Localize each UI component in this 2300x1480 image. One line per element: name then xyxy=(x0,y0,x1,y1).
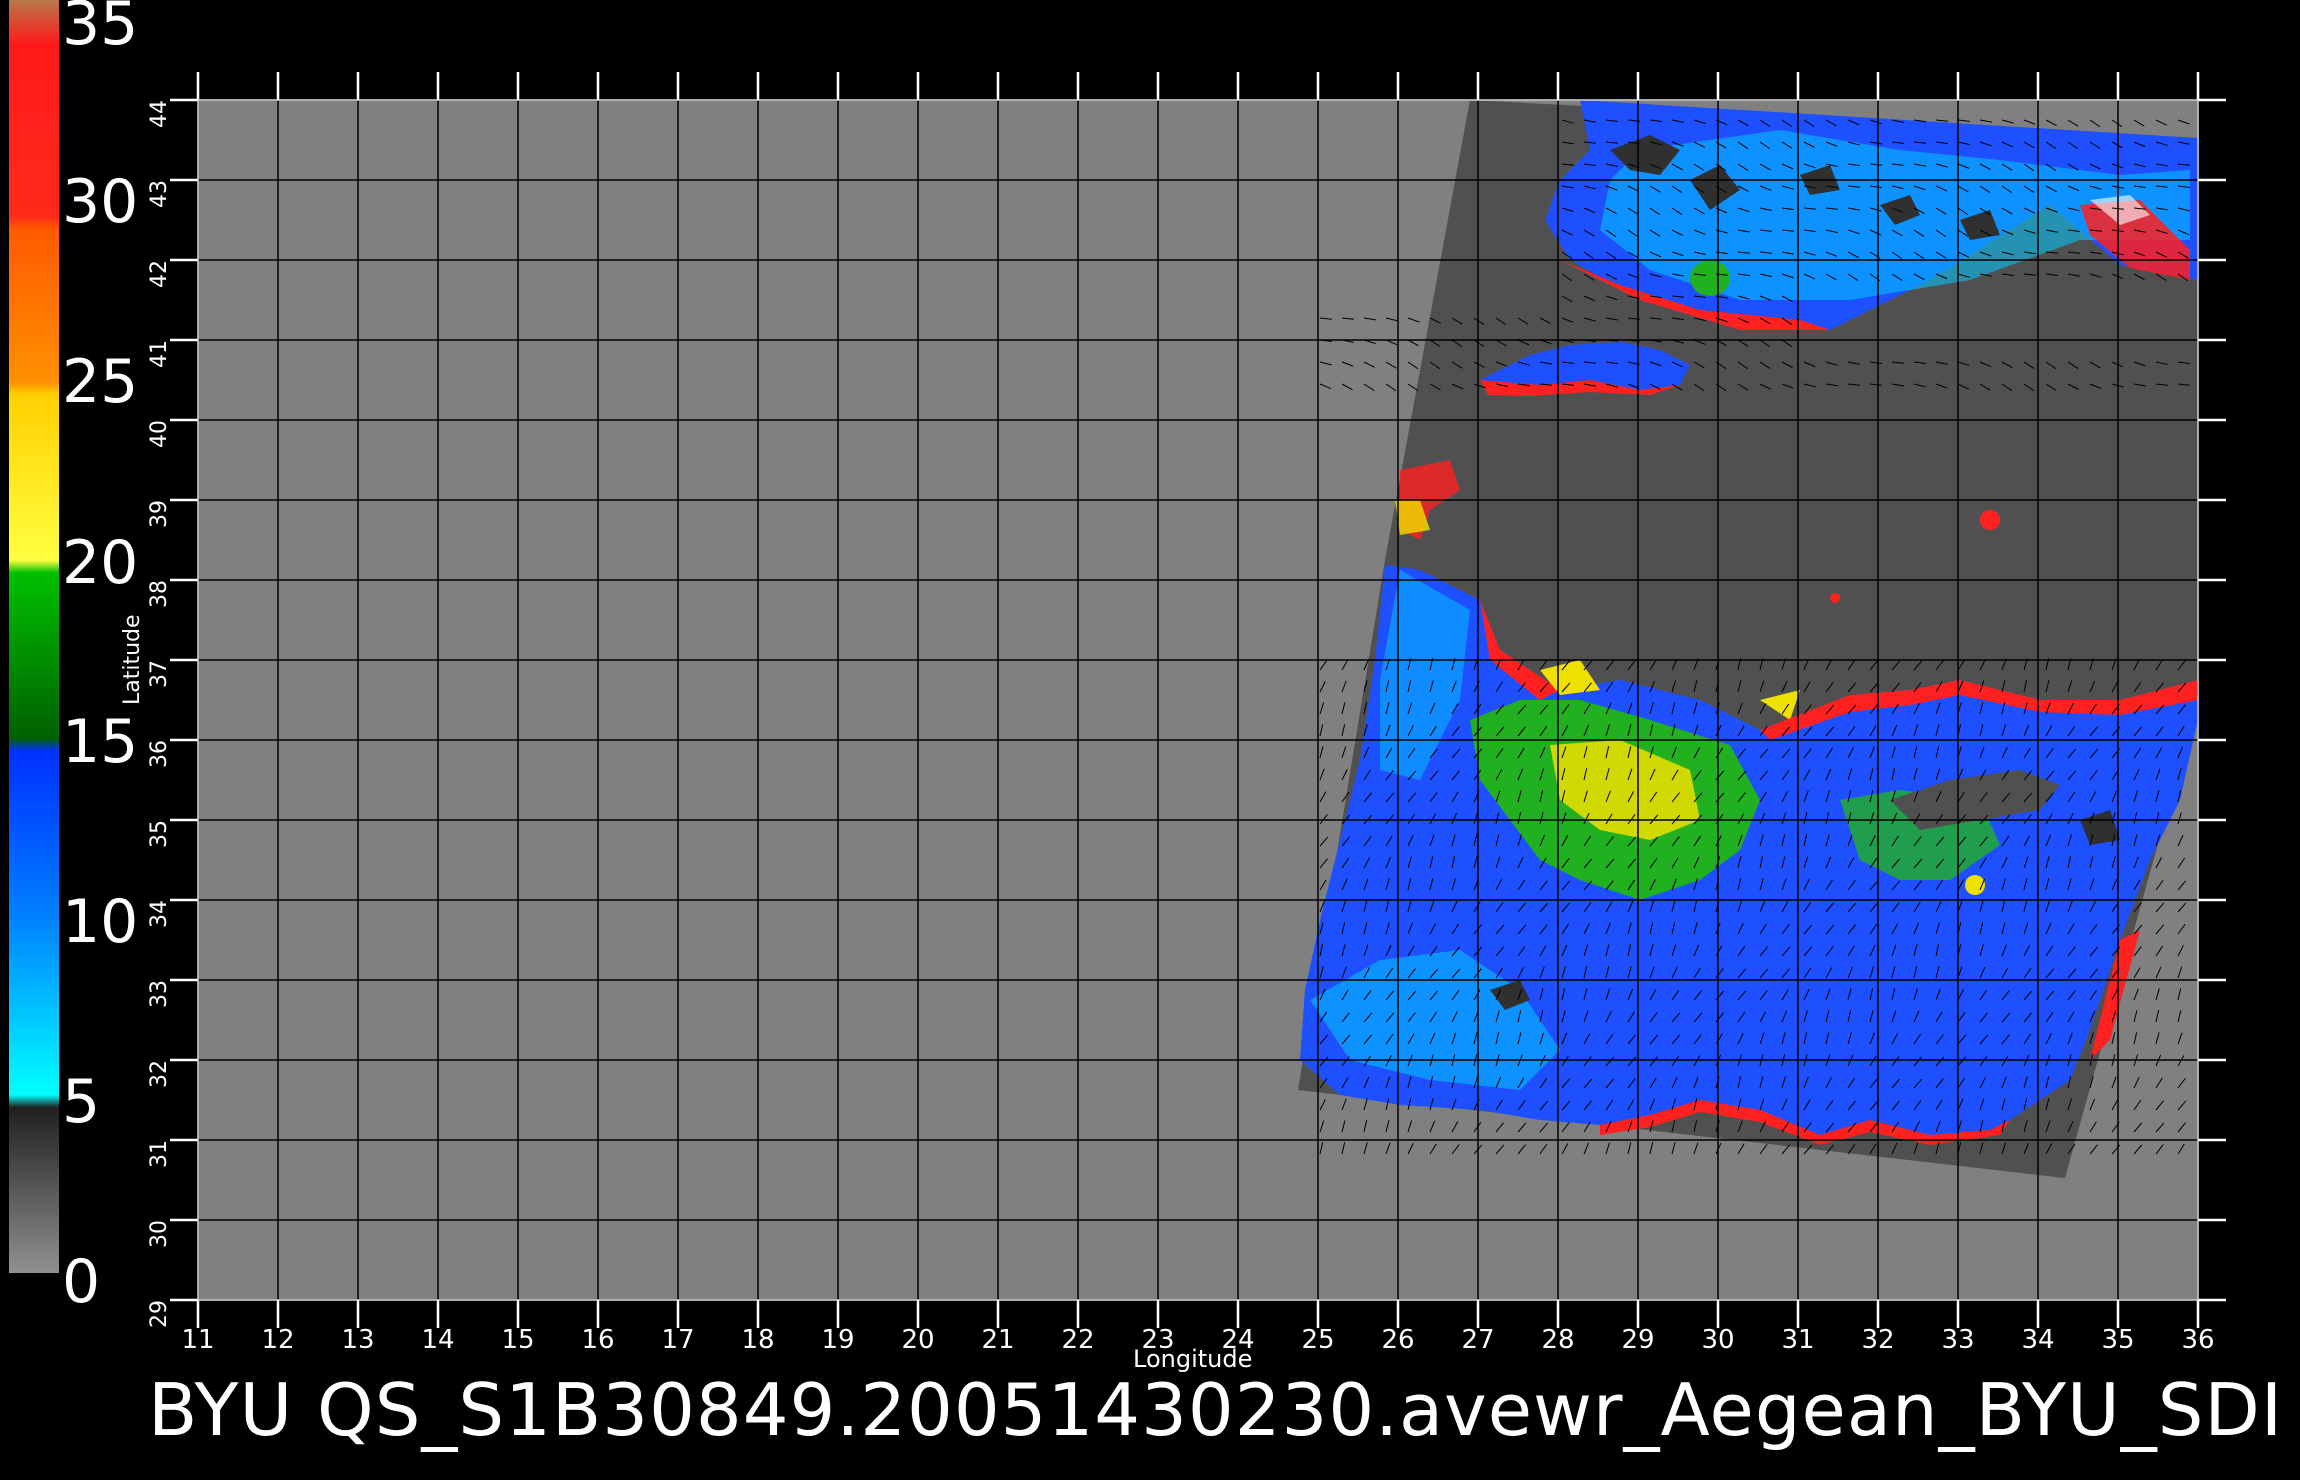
x-tick-label: 21 xyxy=(981,1325,1015,1355)
wind-map xyxy=(170,72,2226,1328)
x-tick-label: 13 xyxy=(341,1325,375,1355)
y-tick-label: 44 xyxy=(147,100,172,128)
image-caption: BYU QS_S1B30849.20051430230.avewr_Aegean… xyxy=(148,1368,2284,1452)
y-tick-label: 39 xyxy=(147,500,172,528)
y-tick-label: 30 xyxy=(147,1220,172,1248)
x-tick-label: 36 xyxy=(2181,1325,2215,1355)
y-tick-label: 31 xyxy=(147,1140,172,1168)
y-axis-title: Latitude xyxy=(120,614,145,705)
y-tick-label: 33 xyxy=(147,980,172,1008)
x-tick-label: 18 xyxy=(741,1325,775,1355)
x-tick-label: 31 xyxy=(1781,1325,1815,1355)
y-tick-label: 38 xyxy=(147,580,172,608)
y-tick-label: 36 xyxy=(147,740,172,768)
x-tick-label: 25 xyxy=(1301,1325,1335,1355)
y-tick-label: 35 xyxy=(147,820,172,848)
x-tick-label: 22 xyxy=(1061,1325,1095,1355)
x-tick-label: 14 xyxy=(421,1325,455,1355)
x-tick-label: 32 xyxy=(1861,1325,1895,1355)
x-tick-label: 26 xyxy=(1381,1325,1415,1355)
y-tick-label: 32 xyxy=(147,1060,172,1088)
x-tick-label: 12 xyxy=(261,1325,295,1355)
y-tick-label: 29 xyxy=(147,1300,172,1328)
x-tick-label: 27 xyxy=(1461,1325,1495,1355)
x-tick-label: 34 xyxy=(2021,1325,2055,1355)
y-tick-label: 34 xyxy=(147,900,172,928)
y-tick-label: 40 xyxy=(147,420,172,448)
x-tick-label: 30 xyxy=(1701,1325,1735,1355)
x-tick-label: 17 xyxy=(661,1325,695,1355)
x-tick-label: 19 xyxy=(821,1325,855,1355)
x-tick-label: 28 xyxy=(1541,1325,1575,1355)
x-tick-label: 20 xyxy=(901,1325,935,1355)
x-tick-label: 15 xyxy=(501,1325,535,1355)
y-tick-label: 43 xyxy=(147,180,172,208)
y-tick-label: 37 xyxy=(147,660,172,688)
y-tick-label: 41 xyxy=(147,340,172,368)
x-tick-label: 16 xyxy=(581,1325,615,1355)
x-tick-label: 33 xyxy=(1941,1325,1975,1355)
x-tick-label: 11 xyxy=(181,1325,215,1355)
y-tick-label: 42 xyxy=(147,260,172,288)
x-tick-label: 35 xyxy=(2101,1325,2135,1355)
x-tick-label: 29 xyxy=(1621,1325,1655,1355)
